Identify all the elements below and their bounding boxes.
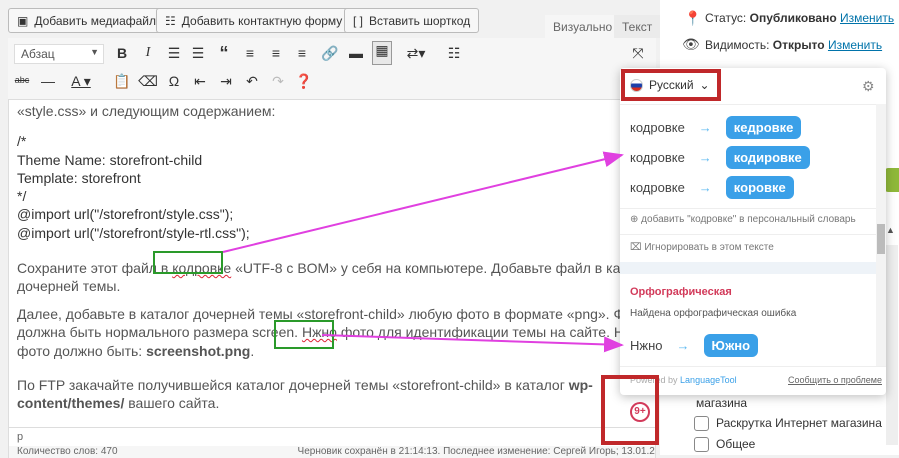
annotation-arrows <box>222 151 624 353</box>
arrow <box>222 151 624 253</box>
arrow <box>321 334 624 353</box>
